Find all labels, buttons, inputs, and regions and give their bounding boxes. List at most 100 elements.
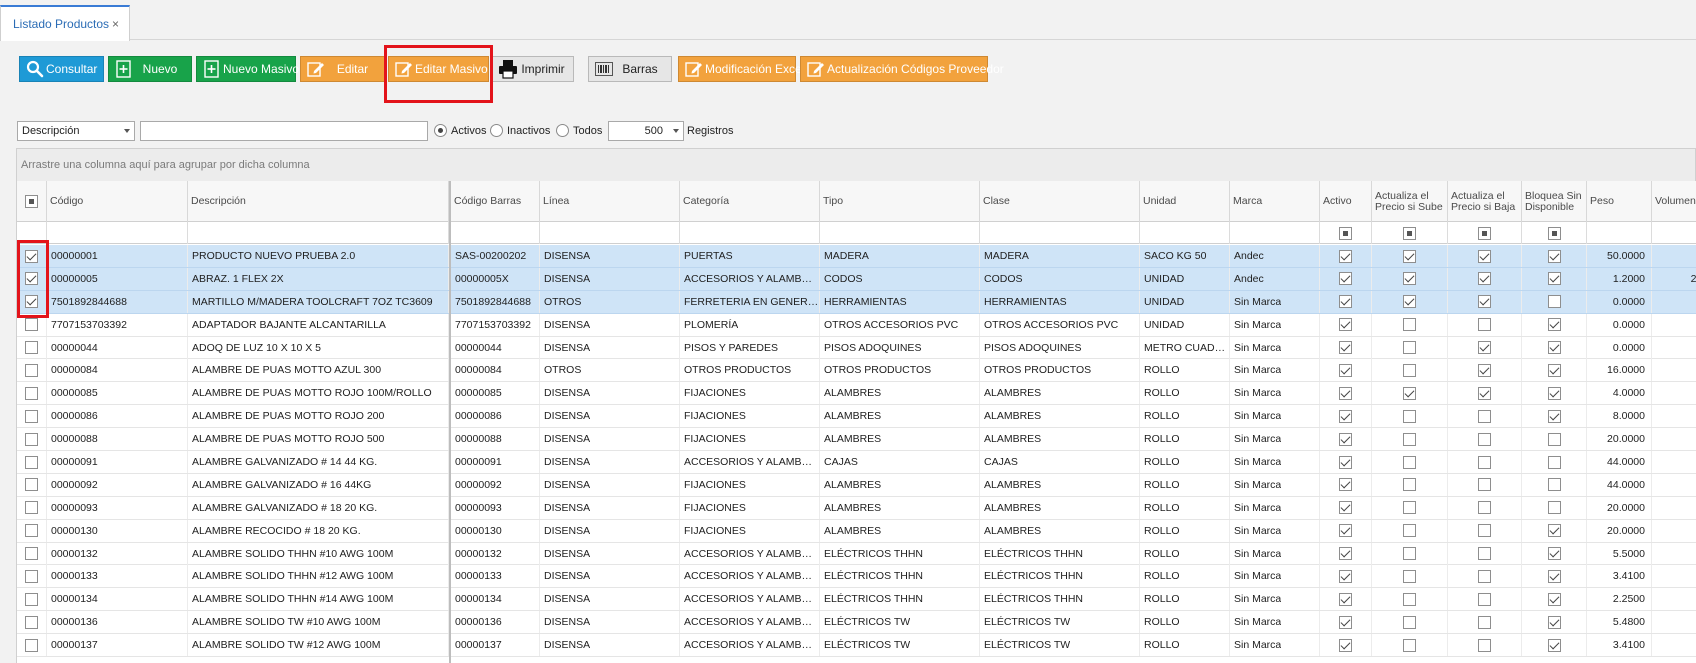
cell-tipo[interactable]: CODOS	[820, 267, 980, 290]
cell-codigo[interactable]: 00000088	[47, 428, 188, 451]
actualiza-baja-checkbox[interactable]	[1478, 524, 1491, 538]
row-checkbox[interactable]	[25, 524, 38, 538]
activo-checkbox[interactable]	[1339, 592, 1352, 606]
activo-checkbox[interactable]	[1339, 455, 1352, 469]
cell-categoria[interactable]: ACCESORIOS Y ALAMBRE...	[680, 611, 820, 634]
column-header-categoria[interactable]: Categoría	[680, 181, 820, 222]
cell-linea[interactable]: OTROS	[540, 290, 680, 313]
cell-volumen[interactable]: 0.0	[1652, 405, 1696, 427]
filter-cell-volumen[interactable]	[1652, 222, 1696, 244]
cell-activo[interactable]	[1320, 359, 1372, 382]
cell-clase[interactable]: ALAMBRES	[980, 428, 1140, 451]
cell-activo[interactable]	[1320, 565, 1372, 588]
activo-checkbox[interactable]	[1339, 569, 1352, 583]
cell-volumen[interactable]: 0.0	[1652, 291, 1696, 313]
cell-linea[interactable]: DISENSA	[540, 405, 680, 428]
cell-tipo[interactable]: OTROS PRODUCTOS	[820, 359, 980, 382]
cell-linea[interactable]: DISENSA	[540, 428, 680, 451]
row-checkbox[interactable]	[25, 592, 38, 606]
cell-clase[interactable]: ALAMBRES	[980, 382, 1140, 405]
cell-tipo[interactable]: ELÉCTRICOS TW	[820, 634, 980, 657]
filter-cell-codigo[interactable]	[47, 222, 188, 244]
column-header-codigo[interactable]: Código	[47, 181, 188, 222]
cell-descripcion[interactable]: MARTILLO M/MADERA TOOLCRAFT 7OZ TC3609	[188, 290, 449, 313]
cell-peso[interactable]: 0.0000	[1587, 336, 1652, 359]
row-checkbox[interactable]	[25, 569, 38, 583]
cell-clase[interactable]: ALAMBRES	[980, 473, 1140, 496]
cell-linea[interactable]: DISENSA	[540, 588, 680, 611]
cell-clase[interactable]: ELÉCTRICOS TW	[980, 634, 1140, 657]
activo-checkbox[interactable]	[1339, 547, 1352, 561]
activo-checkbox[interactable]	[1339, 638, 1352, 652]
cell-tipo[interactable]: MADERA	[820, 245, 980, 267]
cell-actualiza-baja[interactable]	[1448, 588, 1522, 611]
cell-codigo[interactable]: 00000133	[47, 565, 188, 588]
actualiza-baja-checkbox[interactable]	[1478, 478, 1491, 492]
cell-clase[interactable]: ELÉCTRICOS THHN	[980, 542, 1140, 565]
cell-actualiza-sube[interactable]	[1372, 336, 1448, 359]
cell-codigo[interactable]: 7501892844688	[47, 290, 188, 313]
bloquea-checkbox[interactable]	[1547, 478, 1561, 492]
actualiza-baja-checkbox[interactable]	[1478, 295, 1491, 309]
cell-peso[interactable]: 8.0000	[1587, 405, 1652, 428]
cell-marca[interactable]: Sin Marca	[1230, 496, 1320, 519]
cell-bloquea[interactable]	[1522, 611, 1587, 634]
cell-categoria[interactable]: PLOMERÍA	[680, 313, 820, 336]
cell-bloquea[interactable]	[1522, 245, 1587, 267]
bloquea-checkbox[interactable]	[1547, 363, 1561, 377]
close-icon[interactable]: ×	[112, 17, 119, 31]
cell-categoria[interactable]: FIJACIONES	[680, 382, 820, 405]
editar-masivo-button[interactable]: Editar Masivo	[388, 56, 489, 82]
cell-clase[interactable]: ALAMBRES	[980, 496, 1140, 519]
table-row[interactable]: 00000133 ALAMBRE SOLIDO THHN #12 AWG 100…	[17, 565, 1696, 589]
cell-bloquea[interactable]	[1522, 336, 1587, 359]
table-row[interactable]: 00000092 ALAMBRE GALVANIZADO # 16 44KG 0…	[17, 473, 1696, 497]
actualiza-sube-checkbox[interactable]	[1403, 432, 1416, 446]
cell-volumen[interactable]: 0.0	[1652, 611, 1696, 633]
filter-cell-unidad[interactable]	[1140, 222, 1230, 244]
cell-codigo[interactable]: 00000137	[47, 634, 188, 657]
cell-marca[interactable]: Sin Marca	[1230, 473, 1320, 496]
cell-peso[interactable]: 44.0000	[1587, 451, 1652, 474]
bloquea-checkbox[interactable]	[1547, 638, 1561, 652]
table-row[interactable]: 00000136 ALAMBRE SOLIDO TW #10 AWG 100M …	[17, 611, 1696, 635]
cell-actualiza-sube[interactable]	[1372, 428, 1448, 451]
filter-activo-checkbox[interactable]	[1339, 226, 1352, 240]
cell-volumen[interactable]: 0.0	[1652, 382, 1696, 404]
activo-checkbox[interactable]	[1339, 409, 1352, 423]
cell-marca[interactable]: Sin Marca	[1230, 290, 1320, 313]
radio-activos[interactable]	[434, 124, 447, 137]
cell-unidad[interactable]: ROLLO	[1140, 519, 1230, 542]
cell-linea[interactable]: DISENSA	[540, 473, 680, 496]
table-row[interactable]: 00000091 ALAMBRE GALVANIZADO # 14 44 KG.…	[17, 451, 1696, 474]
cell-marca[interactable]: Sin Marca	[1230, 542, 1320, 565]
table-row[interactable]: 00000130 ALAMBRE RECOCIDO # 18 20 KG. 00…	[17, 519, 1696, 543]
bloquea-checkbox[interactable]	[1547, 295, 1561, 309]
cell-codigo-barras[interactable]: 00000088	[451, 428, 540, 451]
cell-actualiza-baja[interactable]	[1448, 451, 1522, 474]
actualiza-sube-checkbox[interactable]	[1403, 295, 1416, 309]
modificacion-excel-button[interactable]: Modificación Excel	[678, 56, 804, 82]
cell-peso[interactable]: 5.5000	[1587, 542, 1652, 565]
cell-codigo[interactable]: 00000134	[47, 588, 188, 611]
cell-peso[interactable]: 20.0000	[1587, 519, 1652, 542]
cell-volumen[interactable]: 0.0	[1652, 543, 1696, 565]
row-checkbox[interactable]	[25, 615, 38, 629]
cell-peso[interactable]: 3.4100	[1587, 634, 1652, 657]
cell-descripcion[interactable]: ALAMBRE SOLIDO THHN #12 AWG 100M	[188, 565, 449, 588]
cell-codigo[interactable]: 00000085	[47, 382, 188, 405]
cell-activo[interactable]	[1320, 405, 1372, 428]
cell-tipo[interactable]: CAJAS	[820, 451, 980, 474]
row-select-cell[interactable]	[17, 588, 47, 611]
cell-marca[interactable]: Sin Marca	[1230, 428, 1320, 451]
actualiza-sube-checkbox[interactable]	[1403, 501, 1416, 515]
actualiza-sube-checkbox[interactable]	[1403, 615, 1416, 629]
cell-linea[interactable]: DISENSA	[540, 611, 680, 634]
filter-cell-activo[interactable]	[1320, 222, 1372, 244]
cell-actualiza-baja[interactable]	[1448, 290, 1522, 313]
cell-unidad[interactable]: UNIDAD	[1140, 290, 1230, 313]
cell-actualiza-baja[interactable]	[1448, 519, 1522, 542]
cell-actualiza-sube[interactable]	[1372, 611, 1448, 634]
bloquea-checkbox[interactable]	[1547, 455, 1561, 469]
actualiza-sube-checkbox[interactable]	[1403, 455, 1416, 469]
